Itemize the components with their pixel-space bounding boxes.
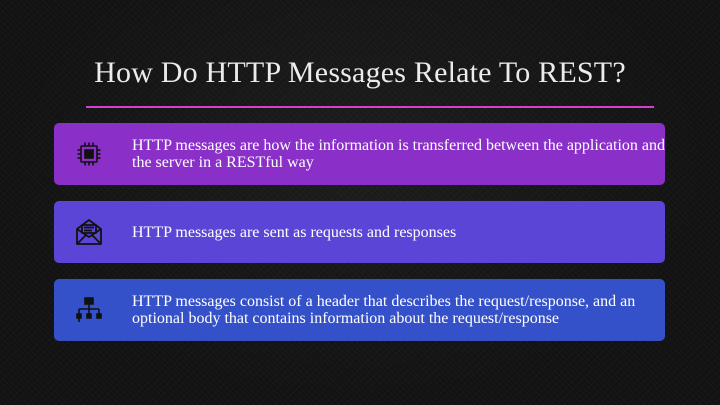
- title-divider: [86, 106, 654, 108]
- info-card-structure: HTTP messages consist of a header that d…: [54, 279, 665, 341]
- card-text-structure: HTTP messages consist of a header that d…: [132, 293, 636, 327]
- processor-chip-icon: [74, 139, 104, 169]
- card-text-requests: HTTP messages are sent as requests and r…: [132, 223, 457, 241]
- info-card-transfer: HTTP messages are how the information is…: [54, 123, 665, 185]
- info-card-requests: HTTP messages are sent as requests and r…: [54, 201, 665, 263]
- slide-title: How Do HTTP Messages Relate To REST?: [94, 56, 626, 89]
- card-text-transfer: HTTP messages are how the information is…: [132, 137, 666, 171]
- hierarchy-icon: [74, 295, 104, 325]
- open-envelope-icon: [74, 217, 104, 247]
- slide: How Do HTTP Messages Relate To REST? HTT…: [0, 0, 720, 405]
